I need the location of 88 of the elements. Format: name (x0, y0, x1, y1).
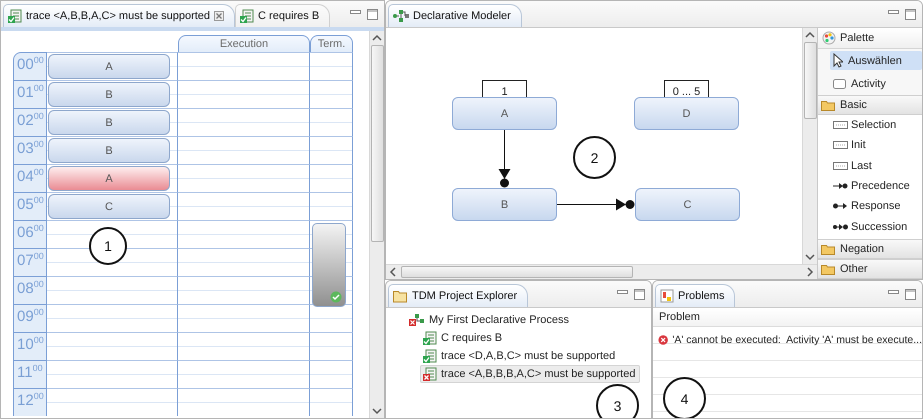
horizontal-scrollbar[interactable] (386, 264, 817, 279)
close-icon[interactable] (214, 11, 224, 21)
tree-item[interactable]: My First Declarative Process (406, 311, 574, 329)
hour-label: 09$^{00}$ (13, 304, 47, 332)
time-slot (310, 52, 353, 80)
event-block[interactable]: B (48, 110, 170, 135)
palette-tool[interactable]: Auswählen (830, 51, 922, 70)
hour-label: 00$^{00}$ (13, 52, 47, 80)
hour-label: 05$^{00}$ (13, 192, 47, 220)
activity-node[interactable]: C (635, 188, 740, 221)
vertical-scrollbar[interactable] (369, 31, 384, 418)
hour-label: 04$^{00}$ (13, 164, 47, 192)
diagram-icon (393, 9, 409, 23)
problems-tab[interactable]: Problems (655, 284, 736, 307)
editor-tab[interactable]: trace <A,B,B,A,C> must be supported (3, 4, 236, 27)
constraint-icon (833, 121, 848, 130)
maximize-icon[interactable] (905, 8, 916, 20)
tree-item[interactable]: trace <A,B,B,B,A,C> must be supported (420, 365, 640, 383)
folder-icon (821, 243, 836, 255)
hour-label: 02$^{00}$ (13, 108, 47, 136)
event-block[interactable]: A (48, 54, 170, 79)
palette-item[interactable]: Precedence (818, 176, 922, 196)
hour-label: 03$^{00}$ (13, 136, 47, 164)
palette-title: Palette (840, 32, 874, 44)
time-slot (310, 388, 353, 416)
activity-node[interactable]: B (452, 188, 557, 221)
dot-arrow-icon (833, 202, 848, 210)
connector-arrow[interactable] (498, 130, 510, 188)
event-block[interactable]: A (48, 166, 170, 191)
palette-drawer[interactable]: Negation (818, 239, 922, 259)
maximize-icon[interactable] (367, 8, 378, 20)
cardinality-label: 1 (482, 80, 527, 98)
hour-label: 12$^{00}$ (13, 388, 47, 416)
hour-label: 08$^{00}$ (13, 276, 47, 304)
palette-item[interactable]: Response (818, 196, 922, 216)
time-slot (310, 360, 353, 388)
modeler-tab[interactable]: Declarative Modeler (388, 4, 522, 27)
callout-number: 3 (596, 384, 639, 418)
column-header: Term. (310, 35, 353, 52)
palette-tool[interactable]: Activity (830, 74, 922, 93)
time-slot (310, 80, 353, 108)
rectangle-icon (833, 78, 846, 88)
cardinality-label: 0 ... 5 (664, 80, 709, 98)
hour-label: 01$^{00}$ (13, 80, 47, 108)
problem-text: 'A' cannot be executed: Activity 'A' must be execute... (672, 334, 922, 346)
palette-item[interactable]: Init (818, 135, 922, 156)
hour-label: 11$^{00}$ (13, 360, 47, 388)
explorer-tab[interactable]: TDM Project Explorer (388, 284, 528, 307)
maximize-icon[interactable] (905, 288, 916, 300)
palette-drawer[interactable]: Other (818, 259, 922, 279)
folder-icon (821, 263, 836, 275)
arrow-dot-icon (833, 182, 848, 190)
time-slot (310, 108, 353, 136)
warning-list-icon (660, 289, 674, 303)
callout-number: 4 (663, 377, 706, 418)
palette-item[interactable]: Selection (818, 115, 922, 136)
tree-item[interactable]: trace <D,A,B,C> must be supported (420, 347, 620, 365)
constraint-icon (833, 141, 848, 150)
palette-icon (822, 31, 836, 45)
time-slot (310, 164, 353, 192)
event-block[interactable]: B (48, 82, 170, 107)
event-block[interactable]: B (48, 138, 170, 163)
pointer-icon (833, 53, 843, 68)
problem-row[interactable]: 'A' cannot be executed: Activity 'A' must be execute... (653, 331, 922, 348)
folder-icon (821, 99, 836, 111)
time-slot (310, 332, 353, 360)
connector-arrow[interactable] (556, 198, 634, 210)
time-slot (310, 304, 353, 332)
palette-drawer[interactable]: Basic (818, 95, 922, 115)
time-slot (310, 136, 353, 164)
event-block[interactable]: C (48, 194, 170, 219)
callout-number: 2 (573, 136, 616, 179)
editor-tab[interactable]: C requires B (235, 4, 330, 27)
hour-label: 06$^{00}$ (13, 220, 47, 248)
activity-node[interactable]: D (634, 97, 739, 130)
constraint-icon (833, 162, 848, 170)
hour-label: 07$^{00}$ (13, 248, 47, 276)
activity-node[interactable]: A (452, 97, 557, 130)
column-header: Execution (178, 35, 310, 52)
tree-item[interactable]: C requires B (420, 329, 508, 347)
palette-item[interactable]: Last (818, 156, 922, 176)
callout-number: 1 (89, 227, 127, 265)
folder-icon (393, 289, 408, 303)
palette-item[interactable]: Succession (818, 216, 922, 237)
maximize-icon[interactable] (634, 288, 645, 300)
vertical-scrollbar[interactable] (802, 28, 817, 264)
hour-label: 10$^{00}$ (13, 332, 47, 360)
dot-arrow-dot-icon (833, 222, 848, 231)
